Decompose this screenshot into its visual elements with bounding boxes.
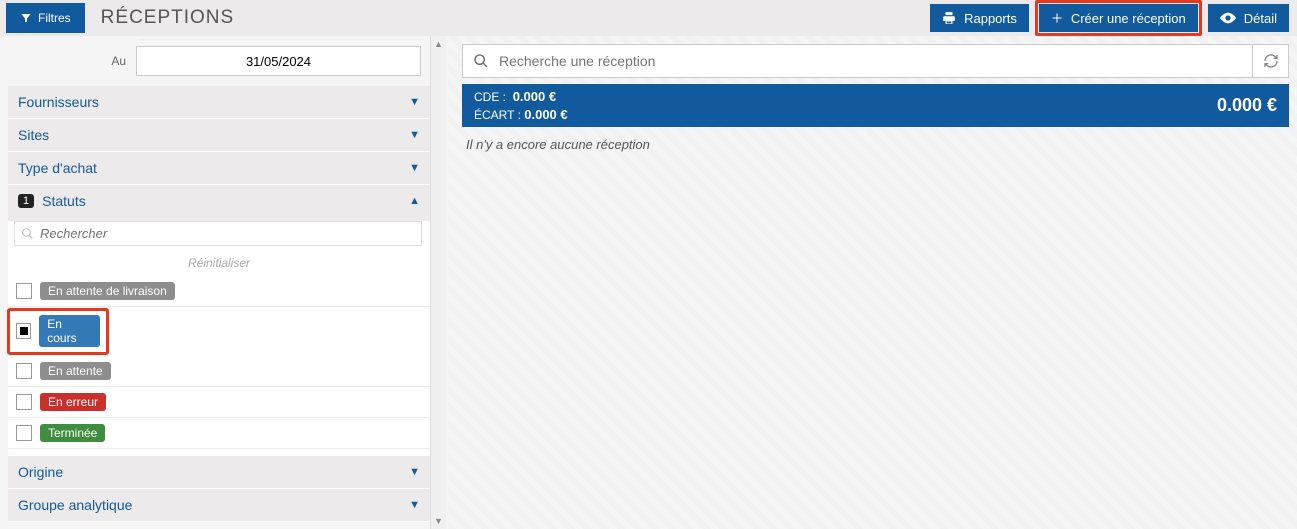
search-row xyxy=(462,44,1289,78)
search-icon xyxy=(21,227,34,240)
origin-label: Origine xyxy=(18,464,63,480)
chevron-up-icon: ▲ xyxy=(409,195,420,207)
filter-section-sites: Sites ▼ xyxy=(8,119,430,152)
eye-icon xyxy=(1220,12,1236,24)
chevron-down-icon: ▼ xyxy=(409,499,420,511)
top-bar: Filtres RÉCEPTIONS Rapports Créer une ré… xyxy=(0,0,1297,36)
checkbox[interactable] xyxy=(16,363,32,379)
statuses-count-badge: 1 xyxy=(18,194,34,208)
ecart-label: ÉCART : xyxy=(474,108,521,122)
chevron-down-icon: ▼ xyxy=(409,129,420,141)
refresh-button[interactable] xyxy=(1253,44,1289,78)
status-row-error[interactable]: En erreur xyxy=(8,387,430,418)
reception-search-input[interactable] xyxy=(499,53,1242,69)
filter-header-analytic-group[interactable]: Groupe analytique ▼ xyxy=(8,489,430,521)
filter-section-purchase-type: Type d'achat ▼ xyxy=(8,152,430,185)
printer-icon xyxy=(942,11,956,25)
analytic-group-label: Groupe analytique xyxy=(18,497,132,513)
date-to-row: Au xyxy=(8,46,430,76)
filter-header-statuses[interactable]: 1 Statuts ▲ xyxy=(8,185,430,217)
checkbox[interactable] xyxy=(16,394,32,410)
filter-header-purchase-type[interactable]: Type d'achat ▼ xyxy=(8,152,430,184)
page-title: RÉCEPTIONS xyxy=(101,7,235,29)
ecart-value: 0.000 € xyxy=(524,107,567,122)
content-panel: CDE : 0.000 € ÉCART : 0.000 € 0.000 € Il… xyxy=(448,36,1297,529)
detail-button[interactable]: Détail xyxy=(1208,4,1289,32)
purchase-type-label: Type d'achat xyxy=(18,160,97,176)
scroll-down-icon[interactable]: ▼ xyxy=(431,513,446,529)
filter-header-suppliers[interactable]: Fournisseurs ▼ xyxy=(8,86,430,118)
suppliers-label: Fournisseurs xyxy=(18,94,99,110)
create-label: Créer une réception xyxy=(1071,11,1186,26)
main-layout: Au Fournisseurs ▼ Sites ▼ xyxy=(0,36,1297,529)
statuses-label: Statuts xyxy=(42,193,86,209)
checkbox[interactable] xyxy=(16,283,32,299)
search-icon xyxy=(473,53,489,69)
status-row-awaiting-delivery[interactable]: En attente de livraison xyxy=(8,276,430,307)
status-row-in-progress[interactable]: En cours xyxy=(8,309,108,354)
empty-message: Il n'y a encore aucune réception xyxy=(462,127,1289,162)
reports-button[interactable]: Rapports xyxy=(930,4,1029,32)
filter-section-statuses: 1 Statuts ▲ Réinitialiser xyxy=(8,185,430,456)
date-to-input[interactable] xyxy=(137,47,420,75)
status-tag: En attente de livraison xyxy=(40,282,175,300)
filter-section-origin: Origine ▼ xyxy=(8,456,430,489)
chevron-down-icon: ▼ xyxy=(409,162,420,174)
create-reception-button[interactable]: Créer une réception xyxy=(1039,4,1198,32)
summary-total: 0.000 € xyxy=(1217,95,1277,116)
filters-button[interactable]: Filtres xyxy=(6,3,85,33)
cde-value: 0.000 € xyxy=(513,89,556,104)
filters-panel: Au Fournisseurs ▼ Sites ▼ xyxy=(0,36,448,529)
scroll-up-icon[interactable]: ▲ xyxy=(431,36,446,52)
statuses-search[interactable] xyxy=(14,221,422,246)
statuses-body: Réinitialiser En attente de livraison En… xyxy=(8,221,430,455)
filter-section-suppliers: Fournisseurs ▼ xyxy=(8,86,430,119)
summary-left: CDE : 0.000 € ÉCART : 0.000 € xyxy=(474,88,568,123)
filter-section-analytic-group: Groupe analytique ▼ xyxy=(8,489,430,522)
filter-header-origin[interactable]: Origine ▼ xyxy=(8,456,430,488)
date-to-input-wrap[interactable] xyxy=(136,46,421,76)
reports-label: Rapports xyxy=(964,11,1017,26)
cde-label: CDE : xyxy=(474,90,506,104)
refresh-icon xyxy=(1263,53,1279,69)
left-scrollbar[interactable]: ▲ ▼ xyxy=(430,36,446,529)
chevron-down-icon: ▼ xyxy=(409,466,420,478)
statuses-reset[interactable]: Réinitialiser xyxy=(8,250,430,276)
status-tag: En cours xyxy=(39,315,100,347)
status-tag: En erreur xyxy=(40,393,106,411)
status-row-pending[interactable]: En attente xyxy=(8,356,430,387)
summary-bar: CDE : 0.000 € ÉCART : 0.000 € 0.000 € xyxy=(462,84,1289,127)
filters-label: Filtres xyxy=(38,11,71,25)
status-row-done[interactable]: Terminée xyxy=(8,418,430,449)
chevron-down-icon: ▼ xyxy=(409,96,420,108)
checkbox[interactable] xyxy=(16,425,32,441)
reception-search[interactable] xyxy=(462,44,1253,78)
status-tag: En attente xyxy=(40,362,111,380)
create-button-highlight: Créer une réception xyxy=(1035,0,1202,36)
detail-label: Détail xyxy=(1244,11,1277,26)
funnel-icon xyxy=(20,12,32,24)
status-tag: Terminée xyxy=(40,424,105,442)
checkbox[interactable] xyxy=(16,323,31,339)
sites-label: Sites xyxy=(18,127,49,143)
plus-icon xyxy=(1051,12,1063,24)
statuses-search-input[interactable] xyxy=(40,226,415,241)
date-to-label: Au xyxy=(8,54,136,68)
filter-header-sites[interactable]: Sites ▼ xyxy=(8,119,430,151)
